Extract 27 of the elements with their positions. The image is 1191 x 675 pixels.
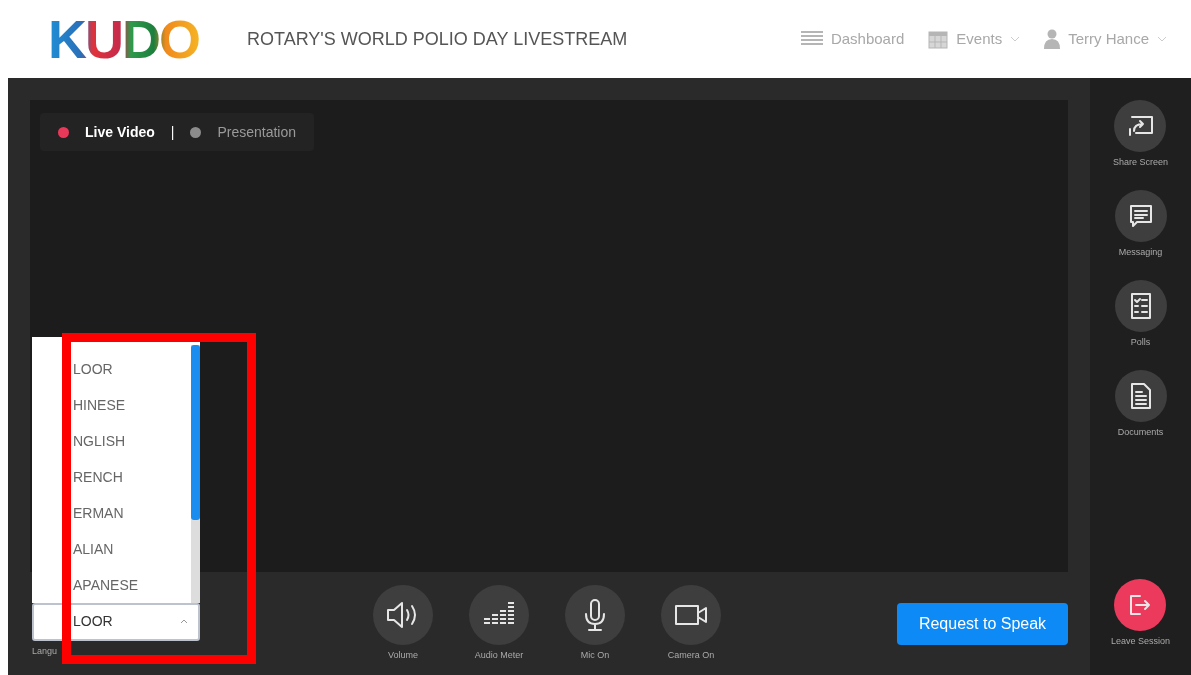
field-label: Langu <box>32 644 59 658</box>
dropdown-option[interactable]: ALIAN <box>73 539 114 561</box>
list-icon <box>800 31 823 47</box>
dropdown-option[interactable]: APANESE <box>73 575 139 597</box>
chevron-down-icon <box>1157 36 1167 42</box>
scrollbar-thumb[interactable] <box>191 344 200 521</box>
separator-text: | <box>170 122 175 142</box>
checklist-icon <box>1129 293 1152 319</box>
request-to-speak-button[interactable]: Request to Speak <box>897 602 1068 645</box>
dropdown-option[interactable]: HINESE <box>73 395 126 417</box>
microphone-icon <box>584 597 606 632</box>
chevron-up-icon <box>180 619 188 625</box>
dropdown-option[interactable]: LOOR <box>73 359 113 381</box>
source-tab[interactable]: Presentation <box>190 121 297 143</box>
dropdown-option[interactable]: NGLISH <box>73 431 126 453</box>
video-camera-icon <box>674 603 708 626</box>
exit-icon <box>1128 593 1153 617</box>
chevron-down-icon <box>1010 36 1021 42</box>
person-icon <box>1044 29 1061 49</box>
document-icon <box>1129 383 1152 409</box>
share-screen-icon <box>1126 114 1155 138</box>
page-title: ROTARY'S WORLD POLIO DAY LIVESTREAM <box>247 27 628 51</box>
dropdown-option[interactable]: RENCH <box>73 467 123 489</box>
dropdown-option[interactable]: ERMAN <box>73 503 124 525</box>
chat-icon <box>1128 204 1153 228</box>
source-tab[interactable]: Live Video <box>58 121 155 143</box>
calendar-icon <box>928 29 949 49</box>
